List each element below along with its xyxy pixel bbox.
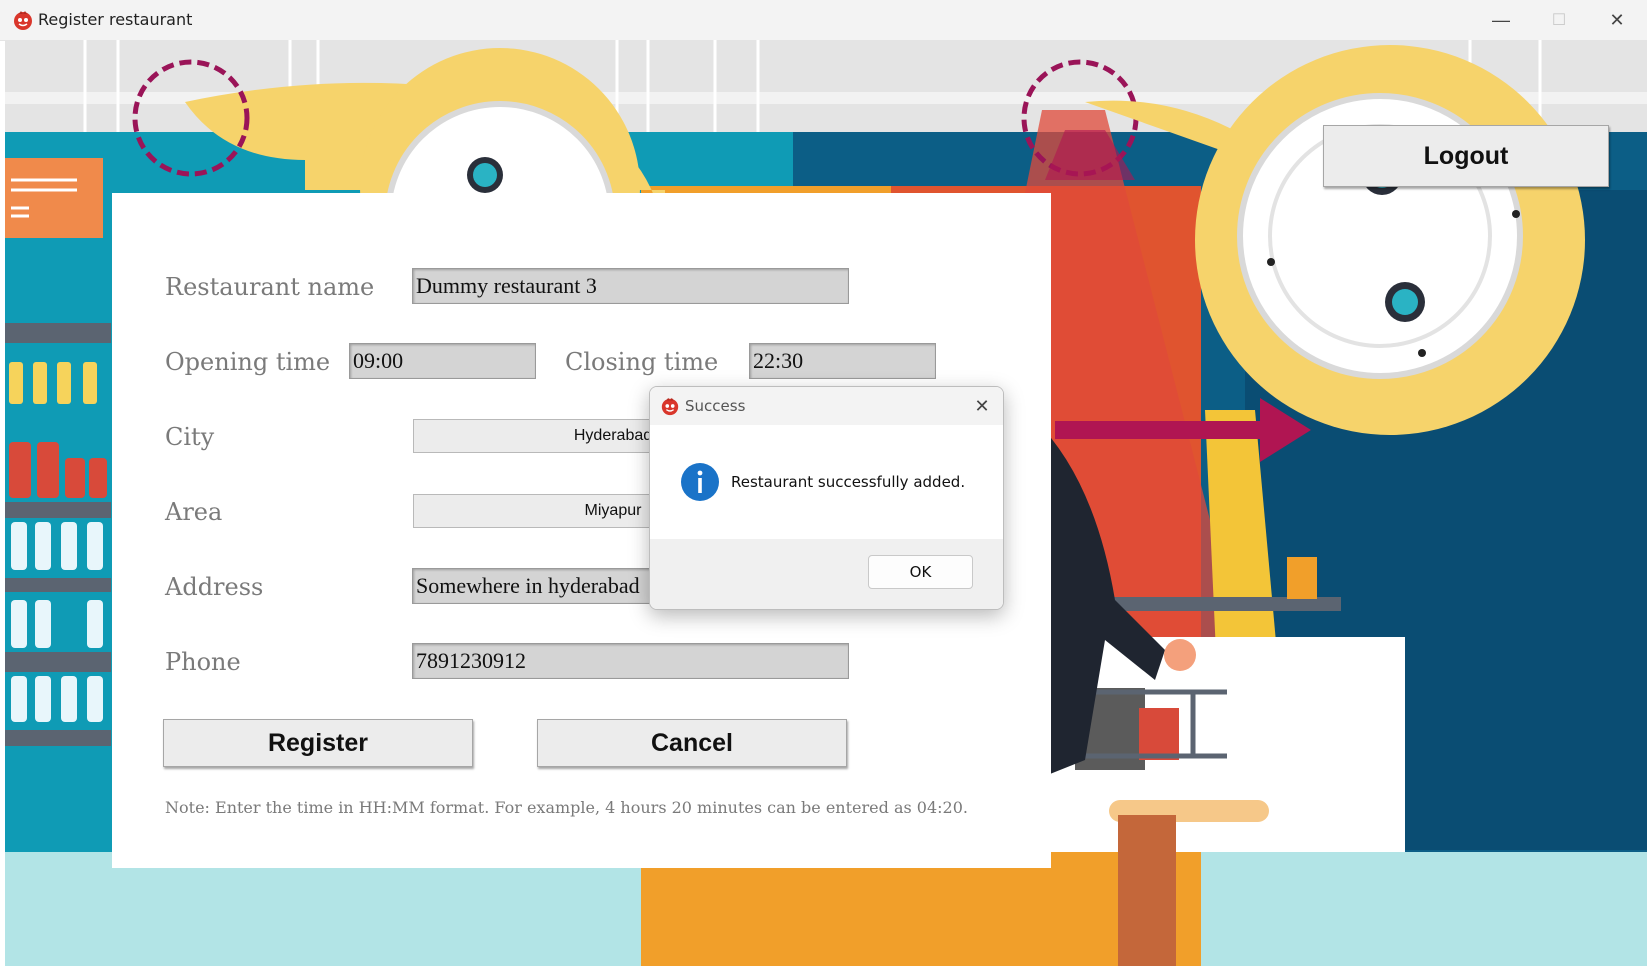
window-title: Register restaurant bbox=[38, 10, 193, 29]
pomegranate-app-icon bbox=[14, 11, 32, 30]
ok-button[interactable]: OK bbox=[868, 555, 973, 589]
maximize-icon: ☐ bbox=[1551, 12, 1567, 29]
register-button[interactable]: Register bbox=[163, 719, 473, 767]
area-label: Area bbox=[165, 498, 223, 526]
restaurant-name-label: Restaurant name bbox=[165, 273, 375, 301]
closing-time-input[interactable]: 22:30 bbox=[749, 343, 936, 379]
closing-time-label: Closing time bbox=[565, 348, 719, 376]
title-bar: Register restaurant — ☐ ✕ bbox=[0, 0, 1647, 41]
dialog-close-button[interactable]: ✕ bbox=[969, 393, 995, 419]
success-dialog: Success ✕ Restaurant successfully added.… bbox=[649, 386, 1004, 610]
pomegranate-app-icon bbox=[661, 397, 679, 416]
dialog-title: Success bbox=[685, 397, 746, 415]
cancel-button[interactable]: Cancel bbox=[537, 719, 847, 767]
dialog-footer: OK bbox=[650, 539, 1003, 609]
dialog-title-bar: Success ✕ bbox=[650, 387, 1003, 425]
opening-time-input[interactable]: 09:00 bbox=[349, 343, 536, 379]
restaurant-name-input[interactable]: Dummy restaurant 3 bbox=[412, 268, 849, 304]
time-format-note: Note: Enter the time in HH:MM format. Fo… bbox=[165, 798, 968, 817]
logout-button[interactable]: Logout bbox=[1323, 125, 1609, 187]
phone-label: Phone bbox=[165, 648, 241, 676]
dialog-message: Restaurant successfully added. bbox=[731, 473, 966, 491]
maximize-button[interactable]: ☐ bbox=[1530, 0, 1588, 40]
close-icon: ✕ bbox=[974, 395, 990, 416]
info-icon bbox=[681, 463, 719, 501]
app-window: Register restaurant — ☐ ✕ Logout Restaur… bbox=[0, 0, 1647, 966]
minimize-icon: — bbox=[1492, 9, 1510, 30]
opening-time-label: Opening time bbox=[165, 348, 331, 376]
minimize-button[interactable]: — bbox=[1472, 0, 1530, 40]
dialog-body: Restaurant successfully added. bbox=[650, 425, 1003, 539]
close-icon: ✕ bbox=[1609, 9, 1625, 30]
phone-input[interactable]: 7891230912 bbox=[412, 643, 849, 679]
close-window-button[interactable]: ✕ bbox=[1588, 0, 1646, 40]
address-label: Address bbox=[165, 573, 264, 601]
city-label: City bbox=[165, 423, 215, 451]
